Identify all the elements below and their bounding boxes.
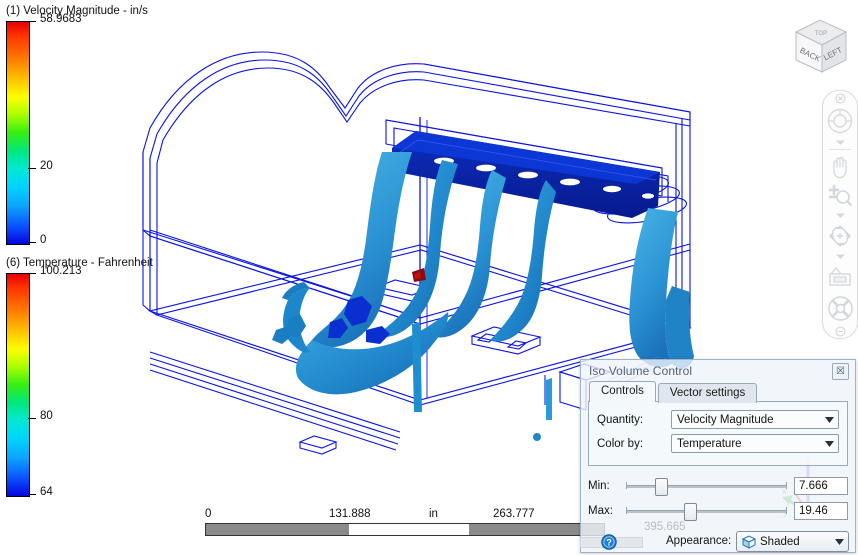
close-navbar-icon[interactable] <box>823 91 857 105</box>
appearance-label: Appearance: <box>666 535 732 547</box>
tick-label-mid: 80 <box>40 410 53 422</box>
legend-temperature-colorbar <box>6 273 30 497</box>
min-slider[interactable] <box>626 477 787 496</box>
color-by-dropdown[interactable]: Temperature <box>671 434 839 453</box>
tick-label-mid: 20 <box>40 160 53 172</box>
tick-label-min: 64 <box>40 486 53 498</box>
controls-panel: Quantity: Velocity Magnitude Color by: T… <box>588 401 848 466</box>
scale-seg-1 <box>206 524 350 535</box>
application-window: z y x (1) Velocity Magnitude - in/s 58.9… <box>0 0 858 554</box>
navigation-toolbar[interactable] <box>822 90 858 339</box>
tab-vector-settings[interactable]: Vector settings <box>657 383 758 403</box>
iso-volume-control-dialog[interactable]: Iso Volume Control ☒ Controls Vector set… <box>580 359 856 553</box>
appearance-value: Shaded <box>760 535 800 548</box>
tick-line <box>28 168 36 169</box>
max-label: Max: <box>588 504 613 517</box>
shaded-cube-icon <box>741 534 757 550</box>
scale-bar-track <box>205 523 605 536</box>
min-slider-thumb[interactable] <box>654 477 668 496</box>
max-slider[interactable] <box>626 502 787 521</box>
quantity-dropdown[interactable]: Velocity Magnitude <box>671 410 839 429</box>
min-label: Min: <box>588 479 610 492</box>
min-value-field[interactable]: 7.666 <box>794 476 848 495</box>
dialog-title-bar[interactable]: Iso Volume Control ☒ <box>581 360 855 382</box>
camera-icon[interactable] <box>823 262 857 292</box>
zoom-icon[interactable] <box>823 181 857 210</box>
free-orbit-icon[interactable] <box>823 221 857 251</box>
slider-track <box>626 509 787 513</box>
view-cube-label-top: TOP <box>815 31 827 37</box>
min-slider-row: Min: 7.666 <box>588 473 848 498</box>
tick-line <box>28 494 36 495</box>
tick-line <box>28 21 36 22</box>
scale-unit: in <box>429 508 438 520</box>
max-slider-row: Max: 19.46 <box>588 498 848 523</box>
legend-velocity-body: 58.9683 20 0 <box>6 13 156 246</box>
chevron-down-icon[interactable] <box>820 440 838 447</box>
scale-bar: 0 131.888 in 263.777 <box>205 508 605 536</box>
center-target-icon[interactable] <box>823 292 857 324</box>
pan-hand-icon[interactable] <box>823 151 857 181</box>
dialog-tabs[interactable]: Controls Vector settings <box>589 381 848 403</box>
chevron-down-icon[interactable] <box>823 137 857 148</box>
slider-cap-right <box>786 506 787 514</box>
tab-controls[interactable]: Controls <box>589 381 656 402</box>
help-icon[interactable]: ? <box>601 534 617 550</box>
svg-text:?: ? <box>606 537 612 547</box>
chevron-down-icon[interactable] <box>830 538 848 545</box>
tick-line <box>28 273 36 274</box>
view-cube-svg[interactable]: BACK LEFT TOP <box>772 10 856 88</box>
quantity-value: Velocity Magnitude <box>677 413 774 426</box>
toolbar-divider <box>829 149 851 150</box>
color-by-row: Color by: Temperature <box>597 433 839 454</box>
quantity-row: Quantity: Velocity Magnitude <box>597 409 839 430</box>
color-by-value: Temperature <box>677 437 742 450</box>
slider-cap-right <box>786 481 787 489</box>
orbit-ring-icon[interactable] <box>823 105 857 137</box>
close-icon[interactable]: ☒ <box>832 363 849 380</box>
scale-tick-0: 0 <box>205 508 212 520</box>
max-slider-thumb[interactable] <box>683 502 697 521</box>
tick-line <box>28 242 36 243</box>
color-by-label: Color by: <box>597 437 644 450</box>
chevron-down-icon[interactable] <box>823 251 857 262</box>
dialog-body: Controls Vector settings Quantity: Veloc… <box>580 381 855 555</box>
legend-velocity-colorbar <box>6 21 30 245</box>
chevron-down-icon[interactable] <box>820 416 838 423</box>
scale-seg-2 <box>349 524 469 535</box>
slider-cap-left <box>626 481 627 489</box>
chevron-down-icon[interactable] <box>823 210 857 221</box>
legend-temperature: (6) Temperature - Fahrenheit 100.213 80 … <box>6 257 156 498</box>
legend-velocity-magnitude: (1) Velocity Magnitude - in/s 58.9683 20… <box>6 5 156 246</box>
dialog-title: Iso Volume Control <box>589 364 693 378</box>
quantity-label: Quantity: <box>597 413 644 426</box>
scale-bar-labels: 0 131.888 in 263.777 <box>205 508 605 523</box>
minimize-navbar-icon[interactable] <box>823 324 857 338</box>
view-cube[interactable]: BACK LEFT TOP <box>772 10 856 88</box>
legend-velocity-ticks: 58.9683 20 0 <box>28 13 148 246</box>
tick-line <box>28 418 36 419</box>
tick-label-max: 58.9683 <box>40 13 82 25</box>
slider-track <box>626 484 787 488</box>
legend-temperature-body: 100.213 80 64 <box>6 265 156 498</box>
tick-label-min: 0 <box>40 234 47 246</box>
range-max-readout: 395.665 <box>644 521 686 533</box>
scale-tick-max: 263.777 <box>493 508 535 520</box>
dialog-footer: 395.665 ? Appearance: Shaded <box>580 521 849 555</box>
scale-tick-mid: 131.888 <box>329 508 371 520</box>
tick-label-max: 100.213 <box>40 265 82 277</box>
max-value-field[interactable]: 19.46 <box>794 501 848 520</box>
legend-temperature-ticks: 100.213 80 64 <box>28 265 148 498</box>
slider-cap-left <box>626 506 627 514</box>
appearance-dropdown[interactable]: Shaded <box>736 531 849 552</box>
